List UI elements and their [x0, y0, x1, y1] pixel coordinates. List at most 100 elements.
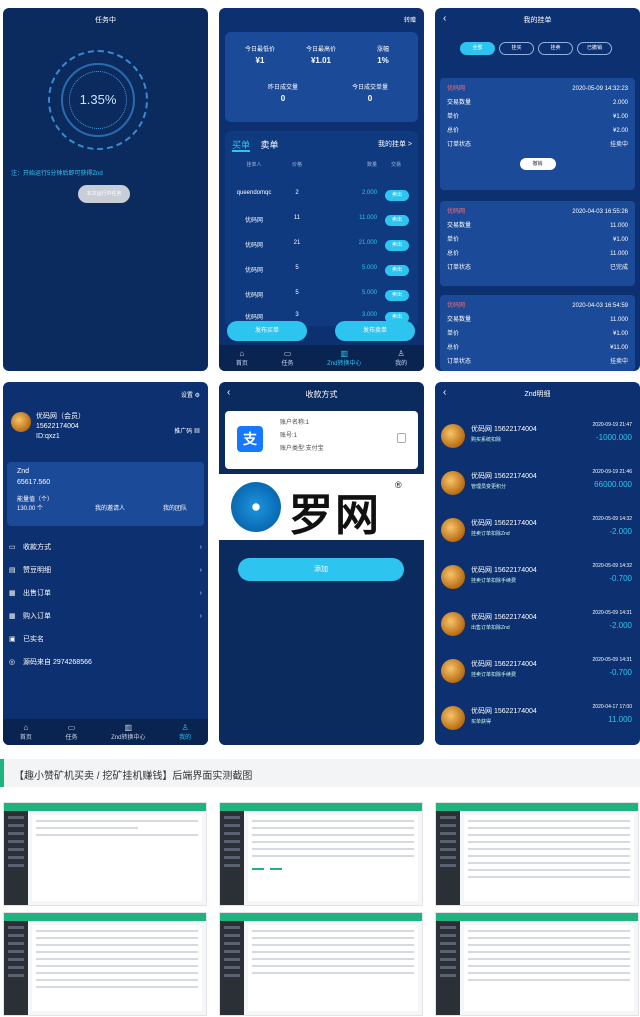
energy-value: 130.00 个: [17, 506, 44, 512]
home-icon: ⌂: [239, 349, 245, 358]
chart-icon: ▥: [340, 349, 349, 358]
admin-screenshot: [3, 802, 207, 906]
avatar: [441, 565, 465, 589]
sell-button[interactable]: 卖出: [385, 215, 409, 226]
chevron-right-icon: ›: [199, 566, 202, 574]
tab-task[interactable]: ▭ 任务: [281, 349, 293, 367]
team-link[interactable]: 我的团队: [163, 503, 187, 512]
user-info: 优码网（会员） 15622174004 ID:qxz1: [36, 412, 85, 442]
inviter-link[interactable]: 我的邀请人: [95, 503, 125, 512]
admin-screenshot: [435, 912, 639, 1016]
grid-icon: ▦: [9, 590, 16, 597]
account-name: 账户名称:1: [280, 420, 310, 426]
admin-screenshot: [3, 912, 207, 1016]
task-notice: 注：开始运行5分钟后即可获得Znd: [11, 171, 103, 177]
page-title: Znd明细: [524, 391, 551, 398]
table-row: 优码网 11 11.000 卖出: [225, 215, 418, 229]
sell-button[interactable]: 卖出: [385, 240, 409, 251]
my-orders-screen: ‹ 我的挂单 全部 挂买 挂卖 已撤销 优码网 2020-05-09 14:32:…: [435, 8, 640, 371]
tab-buy[interactable]: 买单: [232, 140, 251, 152]
task-icon: ▭: [67, 723, 76, 732]
avatar: [11, 412, 31, 434]
cancel-order-button[interactable]: 撤销: [519, 158, 556, 170]
post-sell-button[interactable]: 发布卖单: [335, 321, 415, 341]
list-icon: ▤: [9, 567, 16, 574]
stat-high: 今日最高价 ¥1.01: [305, 47, 336, 65]
avatar: [441, 518, 465, 542]
avatar: [441, 424, 465, 448]
filter-buy[interactable]: 挂买: [499, 42, 534, 55]
page-title: 我的挂单: [523, 17, 552, 24]
energy-label: 能量值（个）: [17, 497, 54, 503]
my-orders-link[interactable]: 我的挂单 >: [378, 139, 412, 149]
sell-button[interactable]: 卖出: [385, 190, 409, 201]
filter-all[interactable]: 全部: [460, 42, 495, 55]
coin-name: Znd: [17, 468, 30, 475]
trash-icon[interactable]: [397, 433, 406, 443]
user-icon: ♙: [181, 723, 189, 732]
task-screen: 任务中 1.35% 注：开始运行5分钟后即可获得Znd 本次运行中任务: [3, 8, 208, 371]
avatar: [441, 612, 465, 636]
qrcode-icon: ▦: [193, 429, 200, 435]
user-name: 优码网（会员）: [36, 413, 85, 420]
tab-convert[interactable]: ▥ Znd转换中心: [111, 723, 145, 741]
task-icon: ▭: [283, 349, 292, 358]
sell-button[interactable]: 卖出: [385, 290, 409, 301]
chevron-right-icon: ›: [199, 589, 202, 597]
user-phone: 15622174004: [36, 423, 79, 430]
watermark-logo: 罗网 ®: [219, 474, 424, 541]
add-payment-button[interactable]: 添加: [238, 558, 404, 581]
task-running-button[interactable]: 本次运行中任务: [78, 185, 130, 203]
order-tabs: 买单 卖单: [232, 138, 287, 152]
bottom-tabbar: ⌂ 首页 ▭ 任务 ▥ Znd转换中心 ♙ 我的: [3, 719, 208, 745]
page-title: 任务中: [95, 17, 116, 24]
payment-info: 账户名称:1 账号:1 账户类型:支付宝: [280, 417, 324, 456]
menu-source[interactable]: ◎ 源码来自 2974268566: [9, 651, 202, 673]
user-id: ID:qxz1: [36, 433, 60, 440]
detail-screen: ‹ Znd明细 优码网 15622174004 购买系统扣除 2020-09-19 …: [435, 382, 640, 745]
promo-code-button[interactable]: 推广码 ▦: [174, 426, 200, 435]
filter-sell[interactable]: 挂卖: [538, 42, 573, 55]
tab-sell[interactable]: 卖单: [261, 140, 279, 150]
stats-panel: 今日最低价 ¥1 今日最高价 ¥1.01 涨幅 1% 昨日成交量 0 今日成交单量 0: [225, 32, 418, 122]
card-icon: ▭: [9, 544, 16, 551]
menu-bean-detail[interactable]: ▤ 赞豆明细 ›: [9, 559, 202, 581]
alipay-icon: 支: [237, 426, 263, 452]
tab-mine[interactable]: ♙ 我的: [395, 349, 407, 367]
logo-icon: [231, 482, 281, 532]
section-caption: 【趣小赞矿机买卖 / 挖矿挂机赚钱】后端界面实测截图: [0, 759, 640, 787]
tab-convert[interactable]: ▥ Znd转换中心: [327, 349, 361, 367]
sell-button[interactable]: 卖出: [385, 265, 409, 276]
chart-icon: ▥: [124, 723, 133, 732]
list-item: 优码网 15622174004 挂卖订单扣除手续费 2020-05-09 14:32…: [439, 559, 636, 599]
menu-buy-orders[interactable]: ▦ 购入订单 ›: [9, 605, 202, 627]
menu-payment[interactable]: ▭ 收款方式 ›: [9, 536, 202, 558]
admin-screenshot: [219, 802, 423, 906]
menu-sell-orders[interactable]: ▦ 出售订单 ›: [9, 582, 202, 604]
user-icon: ♙: [397, 349, 405, 358]
settings-button[interactable]: 设置 ⚙: [181, 390, 200, 399]
filter-cancelled[interactable]: 已撤销: [577, 42, 612, 55]
list-item: 优码网 15622174004 出售订单扣除Znd 2020-05-09 14:31…: [439, 606, 636, 646]
stat-change: 涨幅 1%: [376, 47, 389, 65]
post-buy-button[interactable]: 发布买单: [227, 321, 307, 341]
id-card-icon: ▣: [9, 636, 16, 643]
account-number: 账号:1: [280, 433, 298, 439]
tab-home[interactable]: ⌂ 首页: [20, 723, 32, 741]
gear-icon: ⚙: [194, 393, 200, 399]
screenshot-collage: 任务中 1.35% 注：开始运行5分钟后即可获得Znd 本次运行中任务 转赠 今…: [0, 0, 640, 1017]
wallet-panel: Znd 65617.560 能量值（个） 130.00 个 我的邀请人 我的团队: [7, 462, 204, 526]
stat-low: 今日最低价 ¥1: [244, 47, 275, 65]
tab-mine[interactable]: ♙ 我的: [179, 723, 191, 741]
tab-home[interactable]: ⌂ 首页: [236, 349, 248, 367]
transfer-link[interactable]: 转赠: [404, 15, 416, 24]
tab-task[interactable]: ▭ 任务: [65, 723, 77, 741]
payment-screen: ‹ 收款方式 支 账户名称:1 账号:1 账户类型:支付宝 添加: [219, 382, 424, 745]
avatar: [441, 706, 465, 730]
menu-verified[interactable]: ▣ 已实名: [9, 628, 202, 650]
table-row: 优码网 21 21.000 卖出: [225, 240, 418, 254]
table-row: 优码网 5 5.000 卖出: [225, 265, 418, 279]
grid-icon: ▦: [9, 613, 16, 620]
home-icon: ⌂: [23, 723, 29, 732]
order-filters: 全部 挂买 挂卖 已撤销: [460, 42, 612, 55]
